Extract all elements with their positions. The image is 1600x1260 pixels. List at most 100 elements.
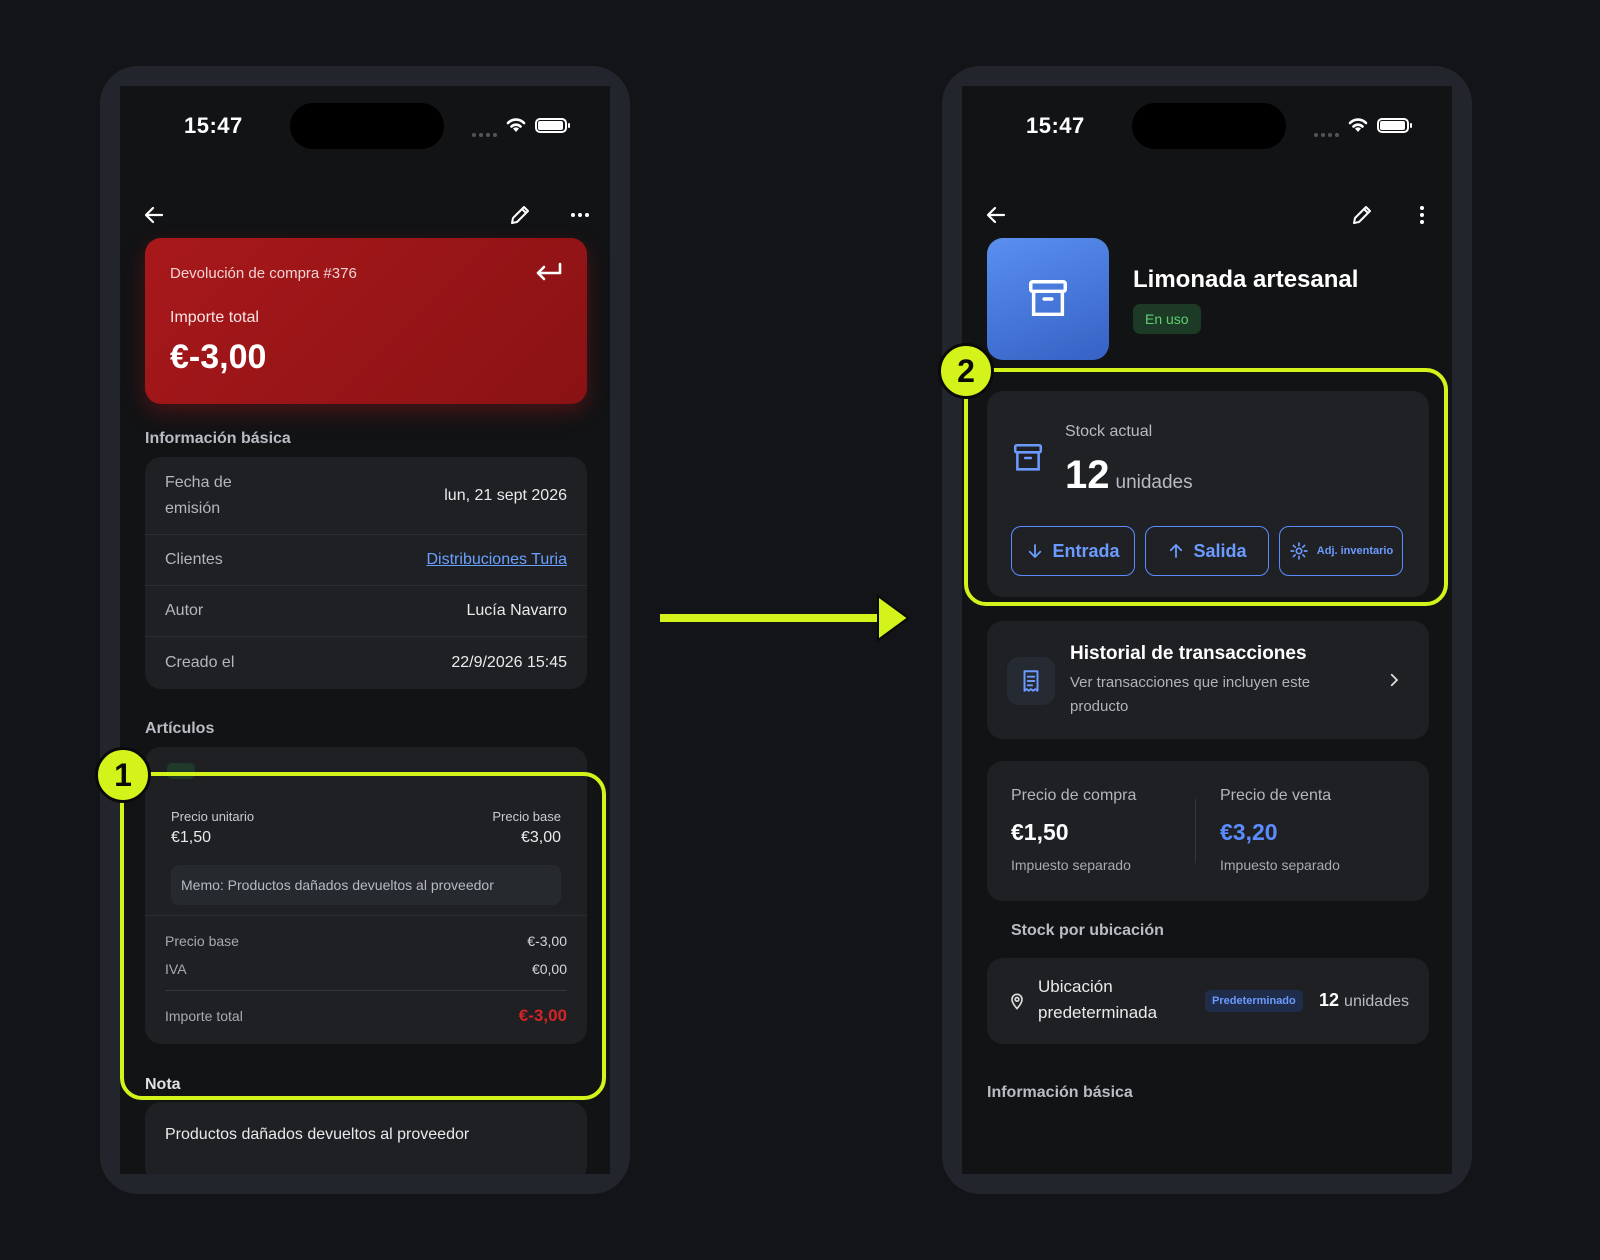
stock-by-location-heading: Stock por ubicación (1011, 922, 1164, 939)
info-row-author: Autor Lucía Navarro (145, 586, 587, 637)
transition-arrow-icon (660, 594, 910, 642)
arrow-up-icon (1170, 544, 1183, 558)
purchase-price-value: €1,50 (1011, 819, 1069, 845)
totals-value: €0,00 (531, 961, 567, 977)
total-amount-label: Importe total (170, 309, 259, 326)
info-label: Clientes (165, 551, 223, 568)
info-label: Autor (165, 602, 204, 619)
return-summary-card: Devolución de compra #376 Importe total … (145, 238, 587, 404)
gear-icon (1290, 542, 1308, 560)
stock-label: Stock actual (1065, 423, 1153, 440)
totals-row-base: Precio base €-3,00 (165, 933, 567, 949)
note-text: Productos dañados devueltos al proveedor (165, 1126, 470, 1143)
basic-info-heading: Información básica (145, 430, 291, 447)
step-badge-2: 2 (938, 343, 994, 399)
battery-icon (1377, 118, 1412, 133)
prices-card: Precio de compra €1,50 Impuesto separado… (987, 761, 1429, 901)
location-unit: unidades (1344, 993, 1409, 1010)
adjust-inventory-button[interactable]: Adj. inventario (1279, 526, 1403, 576)
info-value: lun, 21 sept 2026 (444, 486, 567, 504)
step-badge-1: 1 (95, 747, 151, 803)
archive-box-icon (1013, 443, 1043, 471)
signal-icon (472, 133, 497, 137)
product-name: Limonada artesanal (1133, 266, 1359, 293)
back-arrow-icon[interactable] (982, 201, 1010, 229)
status-badge: En uso (1133, 304, 1201, 334)
history-subtitle: Ver transacciones que incluyen este prod… (1070, 674, 1311, 715)
info-row-issue-date: Fecha de emisión lun, 21 sept 2026 (145, 457, 587, 535)
location-card: Ubicación predeterminada Predeterminado … (987, 958, 1429, 1044)
stock-value: 12 (1065, 453, 1110, 497)
exit-button[interactable]: Salida (1145, 526, 1269, 576)
entry-label: Entrada (1052, 540, 1120, 561)
totals-label: Importe total (165, 1008, 243, 1024)
stock-value-wrap: 12 unidades (1065, 453, 1193, 498)
total-negative-value: €-3,00 (518, 1006, 567, 1025)
sale-price-value: €3,20 (1220, 819, 1278, 845)
total-amount: €-3,00 (170, 338, 267, 376)
entry-button[interactable]: Entrada (1011, 526, 1135, 576)
more-horizontal-icon[interactable] (566, 201, 594, 229)
purchase-price-label: Precio de compra (1011, 787, 1137, 804)
transaction-history-card[interactable]: Historial de transacciones Ver transacci… (987, 621, 1429, 739)
history-title: Historial de transacciones (1070, 643, 1307, 664)
right-phone: 15:47 Limonada artesanal En uso Stock ac… (942, 66, 1472, 1194)
basic-info-card: Fecha de emisión lun, 21 sept 2026 Clien… (145, 457, 587, 689)
status-bar: 15:47 (120, 86, 610, 166)
wifi-icon (506, 118, 526, 132)
receipt-icon-wrap (1007, 657, 1055, 705)
arrow-down-icon (1029, 544, 1042, 558)
basic-info-heading: Información básica (987, 1084, 1133, 1101)
signal-icon (1314, 133, 1339, 137)
adjust-label: Adj. inventario (1316, 545, 1394, 557)
info-row-created: Creado el 22/9/2026 15:45 (145, 637, 587, 689)
info-label: Fecha de emisión (165, 473, 232, 517)
articles-heading: Artículos (145, 720, 215, 737)
totals-row-vat: IVA €0,00 (165, 961, 567, 977)
status-bar: 15:47 (962, 86, 1452, 166)
edit-pencil-icon[interactable] (1348, 201, 1376, 229)
client-link[interactable]: Distribuciones Turia (427, 551, 568, 569)
location-pin-icon (1011, 993, 1023, 1010)
wifi-icon (1348, 118, 1368, 132)
sale-price-label: Precio de venta (1220, 787, 1332, 804)
left-phone: 15:47 Devolución de compra #376 Importe … (100, 66, 630, 1194)
right-screen: 15:47 Limonada artesanal En uso Stock ac… (962, 86, 1452, 1174)
totals-label: Precio base (165, 933, 239, 949)
info-row-client: Clientes Distribuciones Turia (145, 535, 587, 586)
left-screen: 15:47 Devolución de compra #376 Importe … (120, 86, 610, 1174)
note-card: Productos dañados devueltos al proveedor (145, 1102, 587, 1174)
default-badge: Predeterminado (1205, 990, 1303, 1012)
unit-price-value: €1,50 (171, 829, 212, 846)
totals-row-total: Importe total €-3,00 (165, 1006, 567, 1026)
battery-icon (535, 118, 570, 133)
dynamic-island (290, 103, 444, 149)
stock-unit: unidades (1115, 472, 1193, 493)
purchase-tax-note: Impuesto separado (1011, 857, 1131, 873)
return-arrow-icon (536, 262, 562, 281)
totals-label: IVA (165, 961, 187, 977)
location-qty: 12 (1319, 990, 1340, 1010)
article-card: Precio unitario €1,50 Precio base €3,00 … (145, 747, 587, 1044)
receipt-icon (1023, 670, 1039, 692)
location-qty-wrap: 12 unidades (1319, 990, 1409, 1011)
location-name: Ubicación predeterminada (1038, 977, 1158, 1022)
totals-value: €-3,00 (527, 933, 567, 949)
info-value: 22/9/2026 15:45 (451, 654, 567, 671)
base-price-label: Precio base (492, 809, 561, 824)
back-arrow-icon[interactable] (140, 201, 168, 229)
divider (165, 990, 567, 991)
info-label: Creado el (165, 654, 235, 671)
unit-price-label: Precio unitario (171, 809, 255, 824)
divider (145, 915, 587, 916)
status-time: 15:47 (1026, 113, 1085, 138)
sale-tax-note: Impuesto separado (1220, 857, 1340, 873)
document-title: Devolución de compra #376 (170, 265, 357, 282)
edit-pencil-icon[interactable] (506, 201, 534, 229)
dynamic-island (1132, 103, 1286, 149)
chevron-right-icon (1390, 673, 1398, 687)
more-vertical-icon[interactable] (1408, 201, 1436, 229)
info-value: Lucía Navarro (466, 602, 568, 619)
note-heading: Nota (145, 1076, 181, 1093)
exit-label: Salida (1193, 540, 1247, 561)
